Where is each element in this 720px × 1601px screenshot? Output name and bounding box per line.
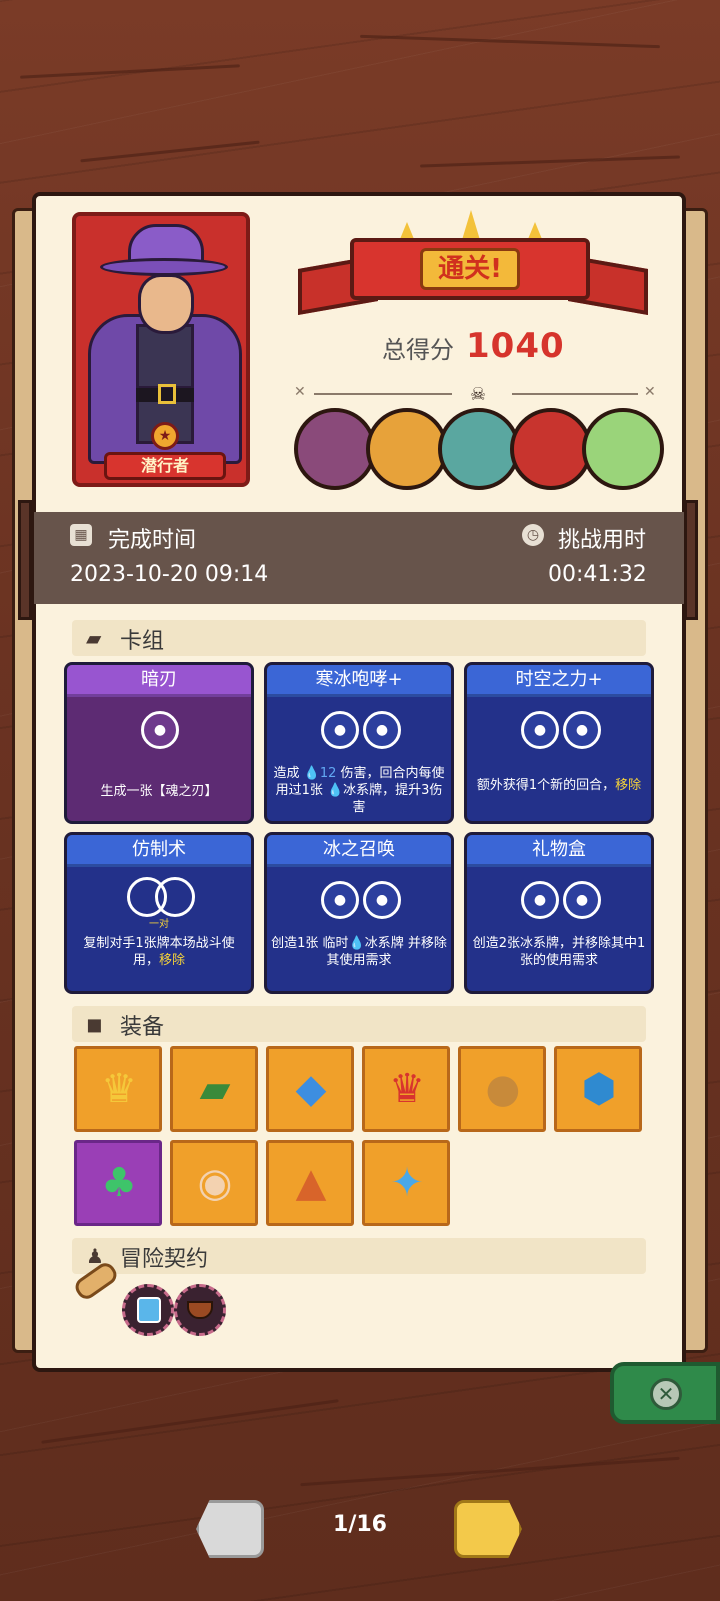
equipment-moss-stone-icon[interactable]: ▰ [170, 1046, 258, 1132]
ice-energy-icon: ● [521, 881, 559, 919]
challenge-time-label: 挑战用时 [558, 528, 647, 553]
divider-left [314, 393, 452, 395]
ice-energy-icon: ● [563, 711, 601, 749]
contract-section-title: 冒险契约 [120, 1247, 209, 1272]
card-spacetime-power[interactable]: 时空之力+ ● ● 额外获得1个新的回合，移除 [464, 662, 654, 824]
victory-banner: 通关! [350, 238, 590, 300]
star-emblem-icon: ★ [151, 422, 179, 450]
banner-text: 通关! [420, 248, 520, 290]
boss-portrait-pink-golem[interactable] [294, 408, 376, 490]
side-tab-left [18, 500, 32, 620]
stopwatch-icon: ◷ [522, 524, 544, 546]
cards-icon: ▰ [86, 626, 102, 650]
card-description: 造成 💧12 伤害，回合内每使用过1张 💧冰系牌，提升3伤害 [273, 766, 445, 815]
banner-spike [462, 210, 480, 240]
close-icon: ✕ [650, 1378, 682, 1410]
ice-energy-icon: ● [321, 881, 359, 919]
complete-time-value: 2023-10-20 09:14 [70, 562, 269, 587]
previous-page-button[interactable] [196, 1500, 264, 1558]
boss-portrait-forest-elf[interactable] [582, 408, 664, 490]
frozen-book-icon[interactable] [122, 1284, 174, 1336]
card-gift-box[interactable]: 礼物盒 ● ● 创造2张冰系牌，并移除其中1张的使用需求 [464, 832, 654, 994]
contract-section-header: ♟ 冒险契约 [72, 1238, 646, 1274]
boss-portrait-dragon-bird[interactable] [438, 408, 520, 490]
card-title: 仿制术 [67, 835, 251, 867]
card-title: 寒冰咆哮+ [267, 665, 451, 697]
page-indicator: 1/16 [333, 1512, 387, 1537]
challenge-time-value: 00:41:32 [548, 562, 647, 587]
card-description: 创造1张 临时💧冰系牌 并移除其使用需求 [271, 936, 447, 968]
ice-energy-icon: ● [563, 881, 601, 919]
score-value: 1040 [466, 326, 565, 366]
crossed-swords-icon: ✕ [644, 384, 656, 400]
close-button[interactable]: ✕ [610, 1362, 720, 1424]
card-ice-summon[interactable]: 冰之召唤 ● ● 创造1张 临时💧冰系牌 并移除其使用需求 [264, 832, 454, 994]
calendar-icon: ▦ [70, 524, 92, 546]
divider-right [512, 393, 638, 395]
card-imitation[interactable]: 仿制术 一对 复制对手1张牌本场战斗使用，移除 [64, 832, 254, 994]
complete-time-label: 完成时间 [108, 528, 197, 553]
card-description: 生成一张【魂之刃】 [100, 784, 218, 799]
box-icon: ◼ [86, 1012, 103, 1036]
time-bar: ▦ 完成时间 2023-10-20 09:14 ◷ 挑战用时 00:41:32 [34, 512, 684, 604]
equipment-donut-icon[interactable]: ◉ [170, 1140, 258, 1226]
dark-energy-icon: ● [141, 711, 179, 749]
card-title: 暗刃 [67, 665, 251, 697]
face-art [138, 274, 194, 334]
card-frost-roar[interactable]: 寒冰咆哮+ ● ● 造成 💧12 伤害，回合内每使用过1张 💧冰系牌，提升3伤害 [264, 662, 454, 824]
card-dark-blade[interactable]: 暗刃 ● 生成一张【魂之刃】 [64, 662, 254, 824]
deck-section-title: 卡组 [120, 629, 165, 654]
card-title: 时空之力+ [467, 665, 651, 697]
pipe-icon[interactable] [174, 1284, 226, 1336]
equipment-red-crown-icon[interactable]: ♛ [362, 1046, 450, 1132]
character-portrait: ★ 潜行者 [72, 212, 250, 487]
hat-brim-art [100, 258, 228, 276]
equipment-blue-crystal-icon[interactable]: ◆ [266, 1046, 354, 1132]
card-description: 复制对手1张牌本场战斗使用，移除 [83, 936, 235, 968]
character-name: 潜行者 [104, 452, 226, 480]
card-title: 冰之召唤 [267, 835, 451, 867]
skull-icon: ☠ [470, 384, 487, 405]
pair-ring-icon [155, 877, 195, 917]
side-tab-right [684, 500, 698, 620]
deck-section-header: ▰ 卡组 [72, 620, 646, 656]
card-description: 创造2张冰系牌，并移除其中1张的使用需求 [472, 936, 646, 968]
buckle-art [158, 384, 176, 404]
score-label: 总得分 [382, 336, 454, 364]
equipment-section-header: ◼ 装备 [72, 1006, 646, 1042]
equipment-ice-sword-icon[interactable]: ✦ [362, 1140, 450, 1226]
equipment-section-title: 装备 [120, 1015, 165, 1040]
equipment-clover-icon[interactable]: ♣ [74, 1140, 162, 1226]
card-description: 额外获得1个新的回合，移除 [476, 778, 642, 793]
boss-portrait-golden-warrior[interactable] [366, 408, 448, 490]
crossed-swords-icon: ✕ [294, 384, 306, 400]
card-tag: 一对 [149, 919, 169, 930]
equipment-treasure-bag-icon[interactable]: ● [458, 1046, 546, 1132]
ice-energy-icon: ● [321, 711, 359, 749]
next-page-button[interactable] [454, 1500, 522, 1558]
ice-energy-icon: ● [363, 711, 401, 749]
ice-energy-icon: ● [363, 881, 401, 919]
scroll-icon[interactable] [70, 1256, 122, 1308]
boss-portrait-red-demon[interactable] [510, 408, 592, 490]
ice-energy-icon: ● [521, 711, 559, 749]
card-title: 礼物盒 [467, 835, 651, 867]
equipment-crown-icon[interactable]: ♛ [74, 1046, 162, 1132]
equipment-ice-shield-icon[interactable]: ⬢ [554, 1046, 642, 1132]
equipment-sweater-icon[interactable]: ▲ [266, 1140, 354, 1226]
